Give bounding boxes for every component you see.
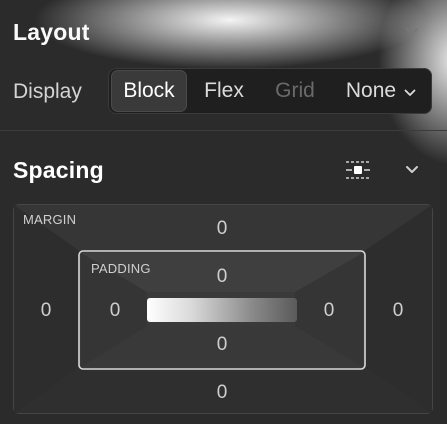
- chevron-down-icon[interactable]: [405, 25, 419, 39]
- spacing-title: Spacing: [13, 156, 104, 183]
- display-option-label: Grid: [275, 79, 315, 102]
- display-segmented-control: Block Flex Grid None: [108, 68, 432, 114]
- padding-right-input[interactable]: 0: [309, 300, 349, 322]
- spacing-link-icon[interactable]: [343, 155, 373, 185]
- content-box: [147, 298, 297, 322]
- margin-bottom-input[interactable]: 0: [202, 382, 242, 404]
- padding-left-input[interactable]: 0: [95, 300, 135, 322]
- margin-label: MARGIN: [23, 212, 77, 227]
- chevron-down-icon: [404, 79, 416, 103]
- display-label: Display: [13, 80, 82, 103]
- layout-title: Layout: [13, 18, 90, 45]
- padding-label: PADDING: [91, 261, 151, 276]
- margin-top-input[interactable]: 0: [202, 218, 242, 240]
- section-divider: [0, 130, 447, 131]
- chevron-down-icon[interactable]: [405, 163, 419, 177]
- padding-top-input[interactable]: 0: [202, 266, 242, 288]
- display-row: Display Block Flex Grid None: [0, 68, 447, 116]
- display-option-label: Block: [123, 79, 175, 102]
- margin-left-input[interactable]: 0: [26, 300, 66, 322]
- display-option-label: Flex: [204, 79, 244, 102]
- margin-right-input[interactable]: 0: [378, 300, 418, 322]
- display-option-flex[interactable]: Flex: [190, 71, 258, 111]
- display-option-none-dropdown[interactable]: None: [334, 71, 428, 111]
- display-option-grid[interactable]: Grid: [262, 71, 328, 111]
- layout-section-header[interactable]: Layout: [0, 12, 447, 52]
- spacing-section-header[interactable]: Spacing: [0, 150, 447, 190]
- padding-bottom-input[interactable]: 0: [202, 334, 242, 356]
- display-option-block[interactable]: Block: [112, 71, 186, 111]
- display-option-label: None: [345, 79, 397, 102]
- box-model-editor: MARGIN PADDING 0 0 0 0 0 0 0 0: [13, 204, 433, 414]
